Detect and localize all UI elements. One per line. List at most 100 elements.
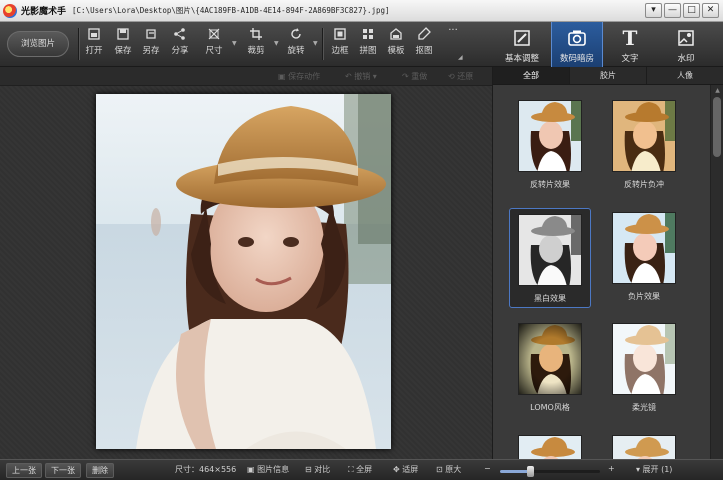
share-button[interactable]: 分享 [167,27,193,56]
toolbar-divider [322,28,323,60]
scrollbar-thumb[interactable] [713,97,721,157]
zoom-slider[interactable] [500,466,600,477]
open-button[interactable]: 打开 [81,27,107,56]
rotate-label: 旋转 [287,46,305,56]
effects-grid: 反转片效果 反转片负冲 黑白效果 负片效果 LOMO风格 柔光镜 [493,85,707,459]
delete-button[interactable]: 删除 [86,463,114,478]
zoom-out-button[interactable]: − [484,464,491,473]
effect-label: LOMO风格 [530,403,570,412]
effect-soft-focus[interactable]: 柔光镜 [603,323,685,413]
effect-black-white[interactable]: 黑白效果 [509,208,591,308]
resize-icon [207,27,221,41]
close-button[interactable]: ✕ [702,3,719,18]
action-bar: ▣ 保存动作 ↶ 撤销 ▾ ↷ 重做 ⟲ 还原 [0,67,492,86]
collage-button[interactable]: 拼图 [355,27,381,56]
tab-text[interactable]: T 文字 [609,22,651,67]
next-button[interactable]: 下一张 [45,463,81,478]
zoom-slider-knob[interactable] [527,466,534,477]
image-canvas[interactable] [0,86,492,459]
more-button[interactable]: ··· ... [440,25,466,44]
crop-dropdown-icon[interactable]: ▼ [274,40,279,47]
crop-label: 裁剪 [247,46,265,56]
effect-thumbnail [518,435,582,459]
save-action-button[interactable]: ▣ 保存动作 [278,71,320,82]
effect-thumbnail [518,214,582,286]
more-icon: ··· [448,25,458,36]
effect-item[interactable] [603,435,685,459]
undo-button[interactable]: ↶ 撤销 ▾ [345,71,377,82]
cutout-button[interactable]: 抠图 [411,27,437,56]
effect-label: 反转片负冲 [624,180,664,189]
scroll-up-icon[interactable]: ▲ [711,85,723,96]
title-bar: 光影魔术手 [C:\Users\Lora\Desktop\图片\{4AC189F… [0,0,723,22]
template-button[interactable]: 模板 [383,27,409,56]
effect-label: 负片效果 [628,292,660,301]
resize-dropdown-icon[interactable]: ▼ [232,40,237,47]
effect-thumbnail [612,435,676,459]
previous-button[interactable]: 上一张 [6,463,42,478]
tab-all[interactable]: 全部 [493,67,570,84]
save-button[interactable]: 保存 [110,27,136,56]
rotate-dropdown-icon[interactable]: ▼ [313,40,318,47]
share-label: 分享 [171,46,189,56]
tab-portrait[interactable]: 人像 [647,67,723,84]
effects-panel: 全部 胶片 人像 反转片效果 反转片负冲 黑白效果 负片效果 LOMO风格 柔光… [492,67,723,459]
save-icon [116,27,130,41]
effect-label: 黑白效果 [534,294,566,303]
expand-button[interactable]: ▾ 展开 (1) [636,464,672,475]
effect-negative[interactable]: 负片效果 [603,212,685,302]
app-logo-icon [3,3,17,18]
menu-dropdown-button[interactable]: ▾ [645,3,662,18]
cutout-label: 抠图 [415,46,433,56]
cutout-icon [417,27,431,41]
zoom-in-button[interactable]: + [608,464,615,473]
border-icon [333,27,347,41]
maximize-button[interactable]: □ [683,3,700,18]
redo-button[interactable]: ↷ 重做 [402,71,427,82]
effects-scrollbar[interactable]: ▲ [710,85,723,459]
share-icon [173,27,187,41]
browse-images-button[interactable]: 浏览图片 [7,31,69,57]
save-as-button[interactable]: 另存 [138,27,164,56]
watermark-label: 水印 [677,54,695,64]
effect-thumbnail [518,323,582,395]
effect-thumbnail [612,100,676,172]
file-path: [C:\Users\Lora\Desktop\图片\{4AC189FB-A1DB… [72,6,390,15]
tab-digital-darkroom[interactable]: 数码暗房 [551,22,603,67]
tab-basic-adjust[interactable]: 基本调整 [498,22,546,67]
restore-button[interactable]: ⟲ 还原 [448,71,473,82]
basic-adjust-icon [512,28,532,48]
fullscreen-button[interactable]: ⛶ 全屏 [348,464,372,475]
tab-watermark[interactable]: 水印 [664,22,708,67]
effects-tabs: 全部 胶片 人像 [493,67,723,85]
border-button[interactable]: 边框 [327,27,353,56]
effect-cross-process[interactable]: 反转片负冲 [603,100,685,190]
original-size-button[interactable]: ⊡ 原大 [436,464,461,475]
effect-thumbnail [518,100,582,172]
rotate-icon [289,27,303,41]
camera-icon [567,28,587,48]
fit-screen-button[interactable]: ✥ 适屏 [393,464,418,475]
effect-thumbnail [612,212,676,284]
effect-thumbnail [612,323,676,395]
status-bar: 上一张 下一张 删除 尺寸：464×556 ▣ 图片信息 ⊟ 对比 ⛶ 全屏 ✥… [0,459,723,480]
template-label: 模板 [387,46,405,56]
watermark-icon [676,28,696,48]
editor-area: ▣ 保存动作 ↶ 撤销 ▾ ↷ 重做 ⟲ 还原 [0,67,492,459]
toolbar-expand-icon[interactable]: ◢ [458,54,463,61]
image-size-text: 尺寸：464×556 [175,465,237,474]
compare-button[interactable]: ⊟ 对比 [305,464,330,475]
app-name: 光影魔术手 [21,7,67,17]
resize-button[interactable]: 尺寸 [201,27,227,56]
minimize-button[interactable]: — [664,3,681,18]
rotate-button[interactable]: 旋转 [283,27,309,56]
tab-film[interactable]: 胶片 [570,67,647,84]
crop-button[interactable]: 裁剪 [243,27,269,56]
main-toolbar: 浏览图片 打开 保存 另存 分享 尺寸 ▼ 裁剪 ▼ 旋转 ▼ 边框 拼图 模板 [0,22,723,67]
border-label: 边框 [331,46,349,56]
template-icon [389,27,403,41]
effect-vivid[interactable]: 反转片效果 [509,100,591,190]
effect-lomo[interactable]: LOMO风格 [509,323,591,413]
image-info-button[interactable]: ▣ 图片信息 [247,464,289,475]
effect-item[interactable] [509,435,591,459]
